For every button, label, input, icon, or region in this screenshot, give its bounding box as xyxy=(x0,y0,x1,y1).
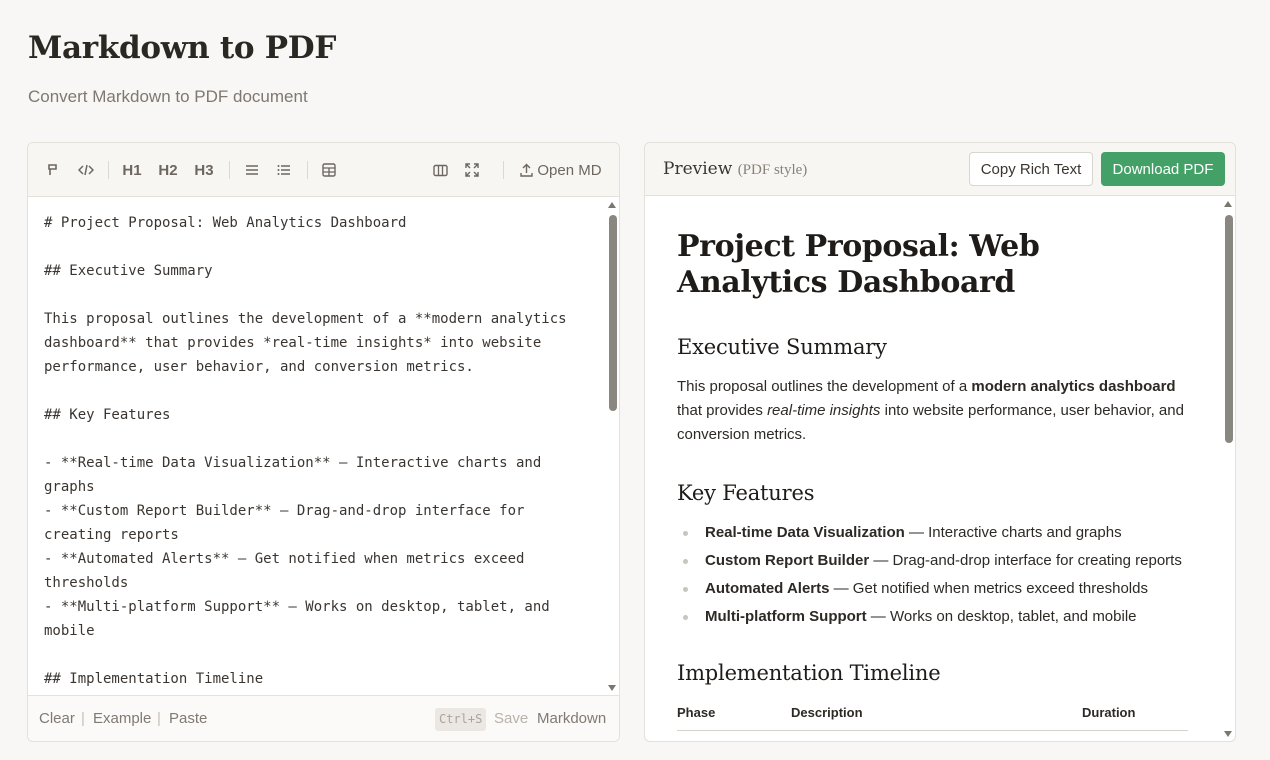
preview-title-main: Preview xyxy=(663,159,733,179)
text-run: that provides xyxy=(677,402,768,419)
preview-header: Preview (PDF style) Copy Rich Text Downl… xyxy=(645,143,1235,196)
feature-title: Real-time Data Visualization xyxy=(705,524,905,541)
scroll-up-icon[interactable] xyxy=(1224,201,1232,207)
table-icon xyxy=(322,163,336,177)
timeline-table: Phase Description Duration xyxy=(677,701,1188,731)
text-run: This proposal outlines the development o… xyxy=(677,378,972,395)
heading2-button[interactable]: H2 xyxy=(156,158,180,182)
footer-separator: | xyxy=(157,710,161,727)
page-subtitle: Convert Markdown to PDF document xyxy=(28,87,308,106)
bullet-icon xyxy=(683,531,688,536)
feature-desc: — Drag-and-drop interface for creating r… xyxy=(869,552,1182,569)
markdown-editor[interactable]: # Project Proposal: Web Analytics Dashbo… xyxy=(28,198,608,695)
save-shortcut: Ctrl+S xyxy=(435,708,487,731)
toolbar-divider xyxy=(108,161,109,179)
editor-footer: Clear | Example | Paste Ctrl+S Save Mark… xyxy=(28,695,619,741)
editor-panel: H1 H2 H3 Open MD # Project Proposal: Web… xyxy=(27,142,620,742)
feature-list: Real-time Data Visualization — Interacti… xyxy=(677,519,1223,631)
bullet-icon xyxy=(683,615,688,620)
split-view-button[interactable] xyxy=(429,158,451,182)
feature-title: Automated Alerts xyxy=(705,580,830,597)
align-button[interactable] xyxy=(241,158,263,182)
editor-toolbar: H1 H2 H3 Open MD xyxy=(28,143,619,197)
scroll-down-icon[interactable] xyxy=(1224,731,1232,737)
table-header-cell: Duration xyxy=(1082,701,1188,731)
table-header-row: Phase Description Duration xyxy=(677,701,1188,731)
fullscreen-button[interactable] xyxy=(461,158,483,182)
columns-icon xyxy=(432,164,448,176)
scrollbar-thumb[interactable] xyxy=(1225,215,1233,443)
bullet-icon xyxy=(683,587,688,592)
bold-text: modern analytics dashboard xyxy=(971,378,1176,395)
scrollbar-thumb[interactable] xyxy=(609,215,617,411)
toolbar-divider xyxy=(307,161,308,179)
bullet-list-button[interactable] xyxy=(273,158,295,182)
fullscreen-icon xyxy=(465,163,479,177)
scroll-up-icon[interactable] xyxy=(608,202,616,208)
italic-text: real-time insights xyxy=(767,402,881,419)
copy-rich-text-button[interactable]: Copy Rich Text xyxy=(969,152,1093,186)
preview-heading-1: Project Proposal: Web Analytics Dashboar… xyxy=(677,229,1040,300)
table-header-cell: Phase xyxy=(677,701,791,731)
feature-title: Multi-platform Support xyxy=(705,608,867,625)
table-button[interactable] xyxy=(318,158,340,182)
download-pdf-button[interactable]: Download PDF xyxy=(1101,152,1225,186)
preview-heading-summary: Executive Summary xyxy=(677,335,887,359)
example-button[interactable]: Example xyxy=(93,710,151,727)
feature-desc: — Get notified when metrics exceed thres… xyxy=(829,580,1148,597)
clear-button[interactable]: Clear xyxy=(39,710,75,727)
format-painter-button[interactable] xyxy=(42,158,64,182)
open-md-label: Open MD xyxy=(537,161,602,179)
align-lines-icon xyxy=(246,165,258,175)
pdf-preview: Project Proposal: Web Analytics Dashboar… xyxy=(645,197,1223,741)
page-title: Markdown to PDF xyxy=(28,30,337,66)
preview-heading-features: Key Features xyxy=(677,481,815,505)
feature-title: Custom Report Builder xyxy=(705,552,870,569)
format-painter-icon xyxy=(48,164,57,175)
list-item: Automated Alerts — Get notified when met… xyxy=(677,575,1223,603)
save-button[interactable]: Save xyxy=(494,710,528,727)
toolbar-divider xyxy=(229,161,230,179)
upload-icon xyxy=(520,163,534,177)
toolbar-divider xyxy=(503,161,504,179)
preview-title: Preview (PDF style) xyxy=(663,159,807,179)
list-item: Multi-platform Support — Works on deskto… xyxy=(677,603,1223,631)
list-item: Custom Report Builder — Drag-and-drop in… xyxy=(677,547,1223,575)
code-icon xyxy=(78,164,94,176)
scroll-down-icon[interactable] xyxy=(608,685,616,691)
mode-label: Markdown xyxy=(537,710,607,727)
editor-scrollbar[interactable] xyxy=(606,201,618,695)
preview-title-sub: (PDF style) xyxy=(737,162,808,178)
list-item: Real-time Data Visualization — Interacti… xyxy=(677,519,1223,547)
table-header-cell: Description xyxy=(791,701,1082,731)
preview-panel: Preview (PDF style) Copy Rich Text Downl… xyxy=(644,142,1236,742)
feature-desc: — Works on desktop, tablet, and mobile xyxy=(866,608,1137,625)
bullet-list-icon xyxy=(277,165,290,175)
footer-separator: | xyxy=(81,710,85,727)
bullet-icon xyxy=(683,559,688,564)
preview-heading-timeline: Implementation Timeline xyxy=(677,661,941,685)
heading1-button[interactable]: H1 xyxy=(120,158,144,182)
preview-scrollbar[interactable] xyxy=(1222,200,1234,740)
open-md-button[interactable]: Open MD xyxy=(516,158,606,182)
preview-paragraph: This proposal outlines the development o… xyxy=(677,375,1192,447)
heading3-button[interactable]: H3 xyxy=(192,158,216,182)
feature-desc: — Interactive charts and graphs xyxy=(904,524,1122,541)
code-button[interactable] xyxy=(74,158,98,182)
paste-button[interactable]: Paste xyxy=(169,710,207,727)
